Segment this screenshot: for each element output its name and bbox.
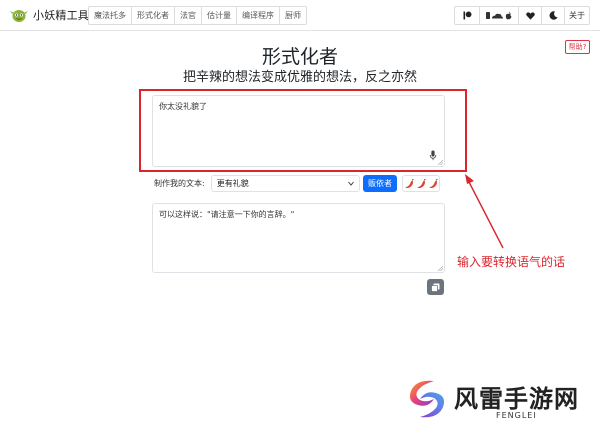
page-subtitle: 把辛辣的想法变成优雅的想法，反之亦然 bbox=[182, 70, 417, 85]
tone-select-value: 更有礼貌 bbox=[216, 179, 249, 188]
brand-name: 小妖精工具 bbox=[33, 9, 89, 22]
top-navbar: 小妖精工具 魔法托多 形式化者 法官 估计量 编译程序 厨师 关于 bbox=[0, 0, 600, 31]
microphone-icon[interactable] bbox=[429, 150, 437, 161]
cloud-apple-icon bbox=[486, 11, 512, 20]
output-text: 可以这样说："请注意一下你的言辞。" bbox=[159, 210, 295, 219]
tone-select[interactable]: 更有礼貌 bbox=[210, 175, 360, 192]
fenglei-logo-icon bbox=[409, 380, 445, 418]
about-button[interactable]: 关于 bbox=[564, 6, 590, 25]
output-textarea[interactable]: 可以这样说："请注意一下你的言辞。" bbox=[152, 203, 445, 273]
annotation-text: 输入要转换语气的话 bbox=[457, 255, 566, 269]
dark-mode-toggle[interactable] bbox=[541, 6, 565, 25]
nav-item-estimator[interactable]: 估计量 bbox=[201, 6, 237, 25]
nav-item-chef[interactable]: 厨师 bbox=[279, 6, 307, 25]
pepper-icon[interactable] bbox=[404, 178, 415, 189]
flag-icon bbox=[463, 11, 471, 20]
input-textarea[interactable]: 你太没礼貌了 bbox=[152, 95, 445, 167]
resize-grip-icon[interactable] bbox=[438, 266, 443, 271]
apps-button[interactable] bbox=[479, 6, 519, 25]
input-text: 你太没礼貌了 bbox=[159, 102, 207, 111]
heart-icon bbox=[525, 11, 535, 20]
utility-nav: 关于 bbox=[454, 6, 590, 25]
moon-icon bbox=[549, 11, 558, 20]
convert-button[interactable]: 贩依者 bbox=[363, 175, 397, 192]
patreon-button[interactable] bbox=[454, 6, 480, 25]
copy-icon bbox=[431, 283, 440, 292]
annotation-arrow bbox=[465, 174, 504, 249]
make-my-text-label: 制作我的文本: bbox=[154, 179, 205, 188]
watermark-subtitle: FENGLEI bbox=[496, 411, 537, 420]
watermark-title: 风雷手游网 bbox=[454, 385, 579, 413]
resize-grip-icon[interactable] bbox=[438, 160, 443, 165]
copy-button[interactable] bbox=[427, 279, 444, 295]
brand[interactable]: 小妖精工具 bbox=[10, 5, 89, 25]
pepper-icon[interactable] bbox=[428, 178, 439, 189]
pepper-icon[interactable] bbox=[416, 178, 427, 189]
chevron-down-icon bbox=[347, 181, 354, 186]
tool-nav: 魔法托多 形式化者 法官 估计量 编译程序 厨师 bbox=[88, 6, 307, 25]
nav-item-magic-todo[interactable]: 魔法托多 bbox=[88, 6, 132, 25]
page-title: 形式化者 bbox=[261, 46, 338, 68]
nav-item-formalizer[interactable]: 形式化者 bbox=[131, 6, 175, 25]
spice-level-selector[interactable] bbox=[402, 175, 440, 192]
favorite-button[interactable] bbox=[518, 6, 542, 25]
site-watermark: 风雷手游网 FENGLEI bbox=[404, 373, 600, 426]
options-row: 制作我的文本: 更有礼貌 bbox=[154, 175, 360, 192]
nav-item-compiler[interactable]: 编译程序 bbox=[236, 6, 280, 25]
goblin-logo-icon bbox=[10, 10, 28, 22]
nav-item-judge[interactable]: 法官 bbox=[174, 6, 202, 25]
